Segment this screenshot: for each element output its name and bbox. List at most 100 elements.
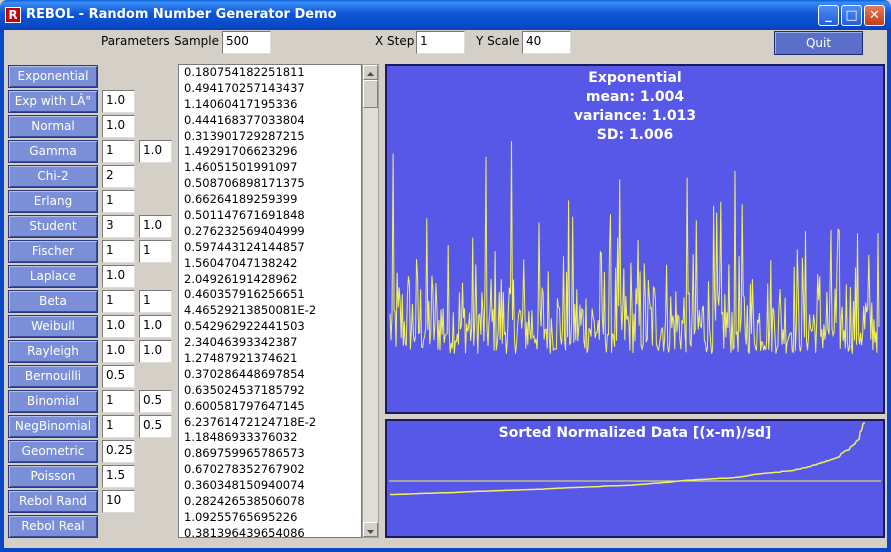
param1-field-rebol-rand[interactable]: 10 bbox=[102, 490, 135, 513]
dist-button-bernouilli[interactable]: Bernouilli bbox=[8, 365, 98, 388]
param2-field-student[interactable]: 1.0 bbox=[139, 215, 172, 238]
dist-button-fischer[interactable]: Fischer bbox=[8, 240, 98, 263]
window-title: REBOL - Random Number Generator Demo bbox=[26, 7, 337, 22]
value-row[interactable]: 0.597443124144857 bbox=[179, 240, 361, 256]
value-row[interactable]: 0.180754182251811 bbox=[179, 65, 361, 81]
dist-button-rayleigh[interactable]: Rayleigh bbox=[8, 340, 98, 363]
dist-button-rebol-real[interactable]: Rebol Real bbox=[8, 515, 98, 538]
plot-sd: SD: 1.006 bbox=[596, 127, 674, 143]
value-row[interactable]: 0.460357916256651 bbox=[179, 287, 361, 303]
sorted-plot-title: Sorted Normalized Data [(x-m)/sd] bbox=[498, 425, 772, 441]
value-row[interactable]: 0.282426538506078 bbox=[179, 494, 361, 510]
dist-button-normal[interactable]: Normal bbox=[8, 115, 98, 138]
minimize-button[interactable]: _ bbox=[818, 5, 839, 26]
scroll-down-button[interactable] bbox=[363, 522, 378, 537]
param1-field-binomial[interactable]: 1 bbox=[102, 390, 135, 413]
value-row[interactable]: 0.66264189259399 bbox=[179, 192, 361, 208]
param2-field-binomial[interactable]: 0.5 bbox=[139, 390, 172, 413]
param2-field-beta[interactable]: 1 bbox=[139, 290, 172, 313]
value-row[interactable]: 0.635024537185792 bbox=[179, 383, 361, 399]
quit-button[interactable]: Quit bbox=[774, 31, 863, 55]
value-row[interactable]: 1.18486933376032 bbox=[179, 430, 361, 446]
value-row[interactable]: 0.600581797647145 bbox=[179, 399, 361, 415]
value-row[interactable]: 1.49291706623296 bbox=[179, 144, 361, 160]
param1-field-exp-with-l[interactable]: 1.0 bbox=[102, 90, 135, 113]
value-row[interactable]: 1.14060417195336 bbox=[179, 97, 361, 113]
param1-field-poisson[interactable]: 1.5 bbox=[102, 465, 135, 488]
param1-field-bernouilli[interactable]: 0.5 bbox=[102, 365, 135, 388]
scroll-thumb[interactable] bbox=[363, 80, 378, 108]
param1-field-student[interactable]: 3 bbox=[102, 215, 135, 238]
value-row[interactable]: 0.313901729287215 bbox=[179, 129, 361, 145]
value-row[interactable]: 1.56047047138242 bbox=[179, 256, 361, 272]
sample-input[interactable]: 500 bbox=[222, 31, 271, 54]
value-row[interactable]: 1.46051501991097 bbox=[179, 160, 361, 176]
value-row[interactable]: 4.46529213850081E-2 bbox=[179, 303, 361, 319]
values-scrollbar[interactable] bbox=[362, 64, 379, 538]
dist-button-exp-with-l[interactable]: Exp with LÂ° bbox=[8, 90, 98, 113]
value-row[interactable]: 0.670278352767902 bbox=[179, 462, 361, 478]
value-row[interactable]: 0.444168377033804 bbox=[179, 113, 361, 129]
value-row[interactable]: 0.542962922441503 bbox=[179, 319, 361, 335]
value-row[interactable]: 0.381396439654086 bbox=[179, 526, 361, 537]
close-button[interactable]: ✕ bbox=[864, 5, 885, 26]
param1-field-laplace[interactable]: 1.0 bbox=[102, 265, 135, 288]
value-row[interactable]: 2.04926191428962 bbox=[179, 272, 361, 288]
value-row[interactable]: 1.09255765695226 bbox=[179, 510, 361, 526]
value-row[interactable]: 0.276232569404999 bbox=[179, 224, 361, 240]
value-row[interactable]: 6.23761472124718E-2 bbox=[179, 415, 361, 431]
param1-field-negbinomial[interactable]: 1 bbox=[102, 415, 135, 438]
dist-button-weibull[interactable]: Weibull bbox=[8, 315, 98, 338]
value-row[interactable]: 0.360348150940074 bbox=[179, 478, 361, 494]
param1-field-beta[interactable]: 1 bbox=[102, 290, 135, 313]
param2-field-weibull[interactable]: 1.0 bbox=[139, 315, 172, 338]
value-row[interactable]: 1.27487921374621 bbox=[179, 351, 361, 367]
param1-field-fischer[interactable]: 1 bbox=[102, 240, 135, 263]
close-icon: ✕ bbox=[869, 8, 880, 23]
title-bar[interactable]: R REBOL - Random Number Generator Demo _… bbox=[0, 0, 891, 30]
rebol-app-icon: R bbox=[5, 7, 21, 23]
dist-button-geometric[interactable]: Geometric bbox=[8, 440, 98, 463]
yscale-input[interactable]: 40 bbox=[522, 31, 571, 54]
param1-field-erlang[interactable]: 1 bbox=[102, 190, 135, 213]
dist-button-chi-2[interactable]: Chi-2 bbox=[8, 165, 98, 188]
dist-button-laplace[interactable]: Laplace bbox=[8, 265, 98, 288]
param1-field-weibull[interactable]: 1.0 bbox=[102, 315, 135, 338]
dist-button-erlang[interactable]: Erlang bbox=[8, 190, 98, 213]
param2-field-fischer[interactable]: 1 bbox=[139, 240, 172, 263]
xstep-label: X Step bbox=[375, 34, 415, 48]
values-list[interactable]: 0.180754182251811 0.494170257143437 1.1406… bbox=[178, 64, 362, 538]
value-row[interactable]: 0.494170257143437 bbox=[179, 81, 361, 97]
parameters-label: Parameters bbox=[101, 34, 170, 48]
param2-field-gamma[interactable]: 1.0 bbox=[139, 140, 172, 163]
dist-button-exponential[interactable]: Exponential bbox=[8, 65, 98, 88]
value-row[interactable]: 0.508706898171375 bbox=[179, 176, 361, 192]
value-row[interactable]: 0.869759965786573 bbox=[179, 446, 361, 462]
param1-field-gamma[interactable]: 1 bbox=[102, 140, 135, 163]
maximize-icon: □ bbox=[845, 8, 858, 23]
param1-field-normal[interactable]: 1.0 bbox=[102, 115, 135, 138]
value-row[interactable]: 2.34046393342387 bbox=[179, 335, 361, 351]
dist-button-rebol-rand[interactable]: Rebol Rand bbox=[8, 490, 98, 513]
param2-field-rayleigh[interactable]: 1.0 bbox=[139, 340, 172, 363]
scroll-up-button[interactable] bbox=[363, 65, 378, 80]
dist-button-poisson[interactable]: Poisson bbox=[8, 465, 98, 488]
plot-variance: variance: 1.013 bbox=[573, 108, 697, 124]
minimize-icon: _ bbox=[825, 8, 832, 23]
xstep-input[interactable]: 1 bbox=[416, 31, 465, 54]
maximize-button[interactable]: □ bbox=[841, 5, 862, 26]
param2-field-negbinomial[interactable]: 0.5 bbox=[139, 415, 172, 438]
dist-button-student[interactable]: Student bbox=[8, 215, 98, 238]
plot-title: Exponential bbox=[588, 70, 682, 86]
dist-button-beta[interactable]: Beta bbox=[8, 290, 98, 313]
param1-field-geometric[interactable]: 0.25 bbox=[102, 440, 135, 463]
value-row[interactable]: 0.370286448697854 bbox=[179, 367, 361, 383]
dist-button-binomial[interactable]: Binomial bbox=[8, 390, 98, 413]
param1-field-chi-2[interactable]: 2 bbox=[102, 165, 135, 188]
param1-field-rayleigh[interactable]: 1.0 bbox=[102, 340, 135, 363]
value-row[interactable]: 0.501147671691848 bbox=[179, 208, 361, 224]
dist-button-gamma[interactable]: Gamma bbox=[8, 140, 98, 163]
scroll-down-icon bbox=[367, 530, 374, 534]
dist-button-negbinomial[interactable]: NegBinomial bbox=[8, 415, 98, 438]
distribution-plot: Exponential mean: 1.004 variance: 1.013 … bbox=[385, 64, 885, 414]
